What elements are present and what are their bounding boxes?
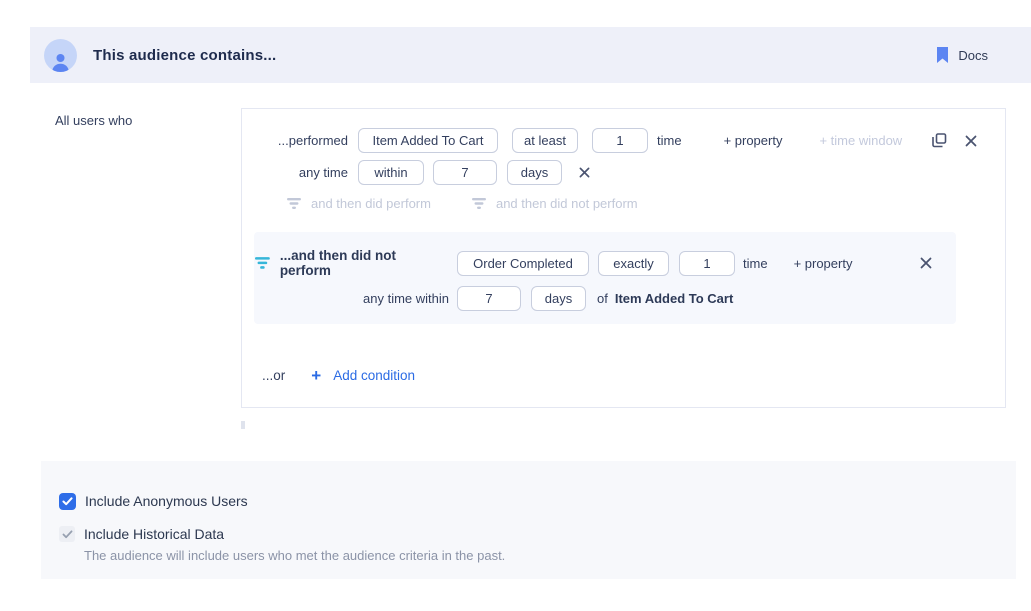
historical-data-option: Include Historical Data The audience wil… xyxy=(59,526,505,563)
plus-icon: + xyxy=(311,367,321,384)
add-condition-label: Add condition xyxy=(333,368,415,383)
and-then-did-perform-option[interactable]: and then did perform xyxy=(286,196,431,211)
or-row: ...or + Add condition xyxy=(262,367,415,384)
add-property-button[interactable]: + property xyxy=(724,133,783,148)
count-input[interactable] xyxy=(592,128,648,153)
add-condition-button[interactable]: + Add condition xyxy=(311,367,415,384)
sequence-option-label: and then did not perform xyxy=(496,196,638,211)
sub-count-input[interactable] xyxy=(679,251,735,276)
connector-tick xyxy=(241,421,245,429)
time-label: time xyxy=(657,133,682,148)
filter-icon xyxy=(254,256,271,270)
condition-card: ...performed Item Added To Cart at least… xyxy=(241,108,1006,408)
historical-description: The audience will include users who met … xyxy=(84,548,505,563)
include-anonymous-label: Include Anonymous Users xyxy=(85,493,248,510)
and-then-did-not-perform-option[interactable]: and then did not perform xyxy=(471,196,638,211)
time-window-row: any time within days xyxy=(242,160,590,185)
anonymous-users-option: Include Anonymous Users xyxy=(59,493,248,510)
sub-add-property-button[interactable]: + property xyxy=(794,256,853,271)
avatar xyxy=(44,39,77,72)
within-select-button[interactable]: within xyxy=(358,160,424,185)
any-time-within-label: any time within xyxy=(363,291,449,306)
include-historical-checkbox[interactable] xyxy=(59,526,75,542)
sequence-options-row: and then did perform and then did not pe… xyxy=(286,196,638,211)
close-icon xyxy=(920,257,932,269)
include-anonymous-checkbox[interactable] xyxy=(59,493,76,510)
sub-event-select-button[interactable]: Order Completed xyxy=(457,251,589,276)
include-historical-label: Include Historical Data xyxy=(84,526,505,543)
remove-condition-button[interactable] xyxy=(965,135,977,147)
sub-window-value-input[interactable] xyxy=(457,286,521,311)
docs-label: Docs xyxy=(958,48,988,63)
performed-row: ...performed Item Added To Cart at least… xyxy=(242,128,977,153)
filter-icon xyxy=(286,197,302,210)
user-icon xyxy=(50,51,71,72)
sequence-option-label: and then did perform xyxy=(311,196,431,211)
subcondition-title: ...and then did not perform xyxy=(280,248,449,278)
sub-time-label: time xyxy=(743,256,768,271)
close-icon xyxy=(579,167,590,178)
docs-link[interactable]: Docs xyxy=(936,47,988,63)
operator-select-button[interactable]: at least xyxy=(512,128,578,153)
filter-icon xyxy=(471,197,487,210)
copy-icon xyxy=(932,133,947,148)
unit-select-button[interactable]: days xyxy=(507,160,562,185)
subcondition-window-row: any time within days of Item Added To Ca… xyxy=(254,286,956,311)
sub-unit-select-button[interactable]: days xyxy=(531,286,586,311)
check-icon xyxy=(62,530,73,539)
audience-options-panel: Include Anonymous Users Include Historic… xyxy=(41,461,1016,579)
performed-label: ...performed xyxy=(242,133,348,148)
remove-subcondition-button[interactable] xyxy=(920,257,932,269)
any-time-label: any time xyxy=(242,165,348,180)
add-time-window-button[interactable]: + time window xyxy=(819,133,902,148)
close-icon xyxy=(965,135,977,147)
bookmark-icon xyxy=(936,47,949,63)
sub-operator-select-button[interactable]: exactly xyxy=(598,251,669,276)
subcondition-card: ...and then did not perform Order Comple… xyxy=(254,232,956,324)
all-users-who-label: All users who xyxy=(55,113,132,128)
or-label: ...or xyxy=(262,368,285,383)
check-icon xyxy=(62,497,73,506)
audience-header: This audience contains... Docs xyxy=(30,27,1031,83)
event-select-button[interactable]: Item Added To Cart xyxy=(358,128,498,153)
reference-event-label: Item Added To Cart xyxy=(615,291,733,306)
remove-time-window-button[interactable] xyxy=(579,167,590,178)
subcondition-main-row: ...and then did not perform Order Comple… xyxy=(254,248,956,278)
of-label: of xyxy=(597,291,608,306)
window-value-input[interactable] xyxy=(433,160,497,185)
duplicate-condition-button[interactable] xyxy=(932,133,947,148)
page-title: This audience contains... xyxy=(93,47,276,64)
